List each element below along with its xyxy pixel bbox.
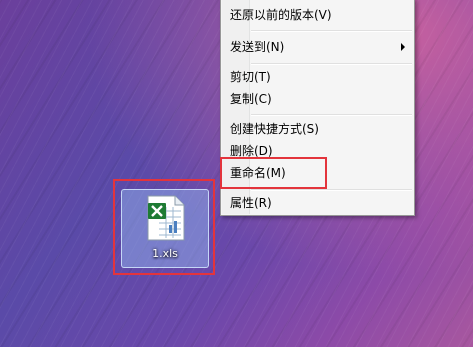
menu-separator (251, 114, 412, 116)
menu-separator (251, 63, 412, 65)
chevron-right-icon (401, 43, 405, 51)
menu-item-cut[interactable]: 剪切(T) (230, 68, 271, 86)
context-menu: 还原以前的版本(V) 发送到(N) 剪切(T) 复制(C) 创建快捷方式(S) … (220, 0, 415, 216)
menu-separator (251, 189, 412, 191)
file-name-label: 1.xls (152, 247, 178, 260)
menu-item-properties[interactable]: 属性(R) (230, 194, 272, 212)
menu-item-create-shortcut[interactable]: 创建快捷方式(S) (230, 120, 319, 138)
menu-item-copy[interactable]: 复制(C) (230, 90, 272, 108)
excel-file-icon (147, 195, 185, 241)
menu-item-rename[interactable]: 重命名(M) (230, 164, 286, 182)
desktop-file-icon[interactable]: 1.xls (121, 189, 209, 268)
menu-item-restore-previous-versions[interactable]: 还原以前的版本(V) (230, 6, 332, 24)
menu-item-delete[interactable]: 删除(D) (230, 142, 273, 160)
menu-separator (251, 30, 412, 32)
menu-item-send-to[interactable]: 发送到(N) (230, 38, 284, 56)
